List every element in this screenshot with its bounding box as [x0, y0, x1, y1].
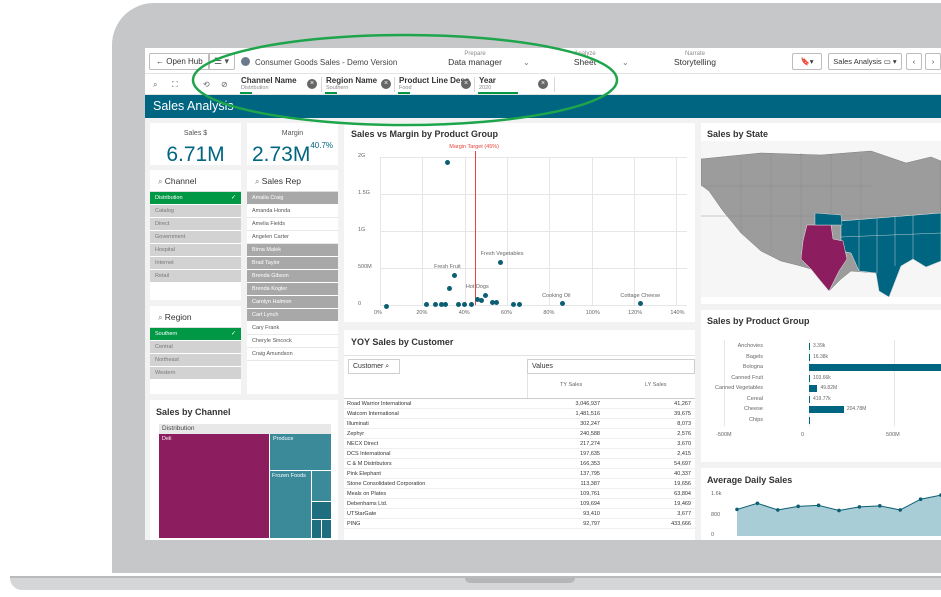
selections-highlight-ellipse	[191, 33, 619, 127]
highlight-overlay	[191, 33, 619, 127]
